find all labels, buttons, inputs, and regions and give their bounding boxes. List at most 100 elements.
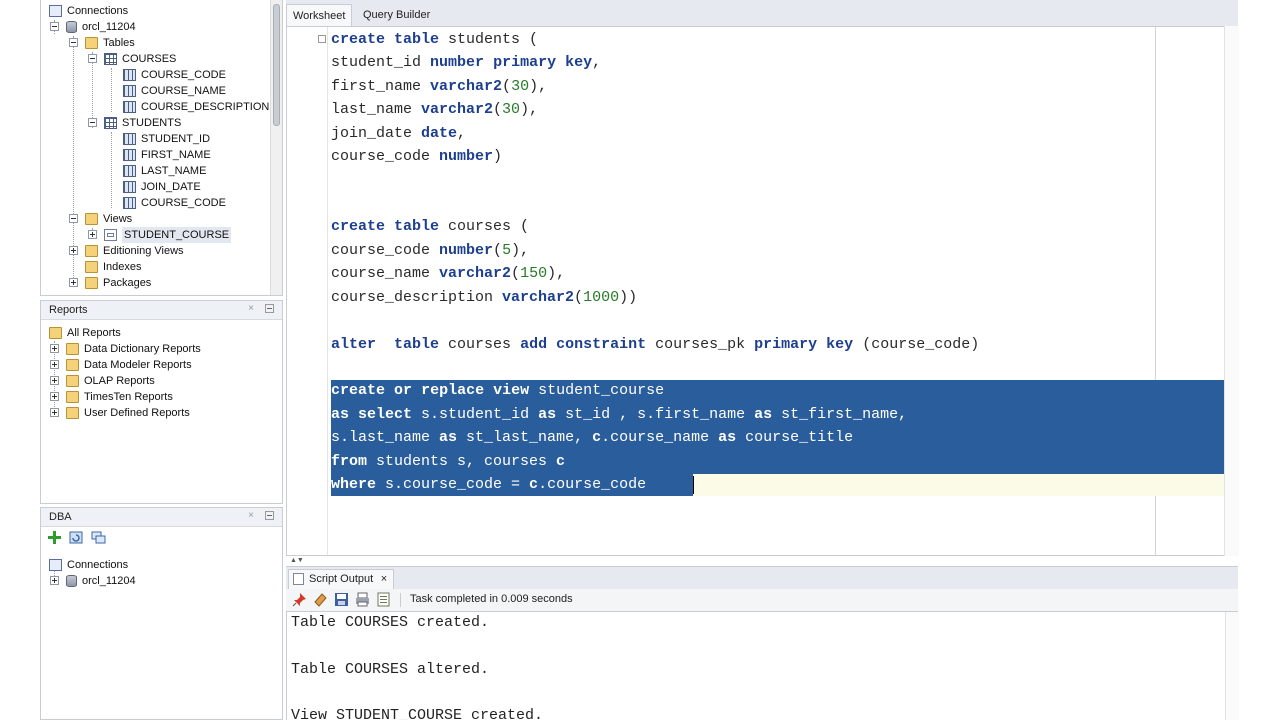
code-line: course_name varchar2(150), — [331, 265, 566, 282]
column-icon — [123, 133, 136, 145]
expand-toggle[interactable] — [50, 360, 59, 369]
filter-icon[interactable] — [91, 530, 106, 545]
save-icon[interactable] — [334, 592, 349, 607]
code-line: from students s, courses c — [331, 453, 566, 470]
output-line: Table COURSES created. — [291, 614, 490, 631]
code-line: where s.course_code = c.course_code — [331, 476, 647, 493]
output-line: Table COURSES altered. — [291, 661, 490, 678]
pin-icon[interactable] — [292, 592, 307, 607]
add-connection-icon[interactable] — [47, 530, 62, 545]
database-icon — [66, 21, 77, 33]
dba-title: DBA — [49, 511, 72, 523]
reports-close-button[interactable]: × — [248, 303, 254, 314]
code-line: last_name varchar2(30), — [331, 101, 539, 118]
column-icon — [123, 101, 136, 113]
print-icon[interactable] — [355, 592, 370, 607]
refresh-icon[interactable] — [69, 530, 84, 545]
collapse-toggle[interactable] — [88, 118, 97, 127]
expand-toggle[interactable] — [50, 376, 59, 385]
script-output-label: Script Output — [309, 573, 374, 585]
code-line: s.last_name as st_last_name, c.course_na… — [331, 429, 854, 446]
code-line: create table students ( — [331, 31, 539, 48]
editor-tabs: Worksheet Query Builder — [286, 0, 1238, 27]
connections-scrollbar[interactable] — [270, 0, 282, 295]
column-icon — [123, 165, 136, 177]
expand-toggle[interactable] — [50, 344, 59, 353]
column-icon — [123, 85, 136, 97]
connections-icon — [49, 5, 62, 17]
output-tabs: Script Output × — [286, 566, 1238, 590]
connections-panel: Connections orcl_11204 Tables COURSES CO… — [40, 0, 283, 296]
folder-icon — [66, 407, 79, 419]
code-line: join_date date, — [331, 125, 467, 142]
sql-worksheet-editor[interactable]: create table students ( student_id numbe… — [286, 26, 1238, 556]
code-line: course_code number(5), — [331, 242, 530, 259]
dba-minimize-button[interactable] — [265, 511, 274, 520]
folder-icon — [66, 375, 79, 387]
expand-toggle[interactable] — [50, 408, 59, 417]
dba-toolbar — [41, 528, 282, 550]
expand-toggle[interactable] — [69, 278, 78, 287]
splitter-arrows-icon[interactable]: ▲▼ — [290, 557, 304, 564]
open-file-icon[interactable] — [376, 592, 391, 607]
folder-icon — [85, 277, 98, 289]
code-line: course_code number) — [331, 148, 503, 165]
column-icon — [123, 69, 136, 81]
code-line: as select s.student_id as st_id , s.firs… — [331, 406, 908, 423]
expand-toggle[interactable] — [88, 230, 97, 239]
script-output-icon — [293, 573, 304, 585]
reports-minimize-button[interactable] — [265, 304, 274, 313]
reports-title: Reports — [49, 304, 88, 316]
folder-icon — [85, 245, 98, 257]
expand-toggle[interactable] — [50, 392, 59, 401]
code-line: create or replace view student_course — [331, 382, 665, 399]
tab-query-builder[interactable]: Query Builder — [357, 4, 436, 26]
code-line: create table courses ( — [331, 218, 530, 235]
selected-text: where s.course_code = c.course_code — [331, 474, 693, 496]
toolbar-divider — [400, 593, 401, 607]
folder-icon — [66, 343, 79, 355]
code-line: course_description varchar2(1000)) — [331, 289, 638, 306]
tab-script-output[interactable]: Script Output × — [288, 569, 395, 589]
reports-panel: Reports × All Reports Data Dictionary Re… — [40, 300, 283, 504]
dba-close-button[interactable]: × — [248, 510, 254, 521]
expand-toggle[interactable] — [69, 246, 78, 255]
collapse-toggle[interactable] — [69, 38, 78, 47]
selected-text: create or replace view student_course as… — [331, 380, 1224, 474]
dba-panel: DBA × Connections orcl_11204 — [40, 507, 283, 720]
reports-header: Reports × — [41, 301, 282, 320]
expand-toggle[interactable] — [50, 576, 59, 585]
table-icon — [104, 53, 117, 65]
code-line: first_name varchar2(30), — [331, 78, 548, 95]
text-cursor — [693, 476, 694, 494]
collapse-toggle[interactable] — [88, 54, 97, 63]
fold-marker-icon[interactable] — [318, 35, 326, 43]
table-icon — [104, 117, 117, 129]
editor-vertical-scrollbar[interactable] — [1224, 26, 1239, 556]
script-output-close-button[interactable]: × — [381, 570, 387, 588]
dba-header: DBA × — [41, 508, 282, 527]
code-line: student_id number primary key, — [331, 54, 602, 71]
collapse-toggle[interactable] — [50, 22, 59, 31]
folder-icon — [85, 37, 98, 49]
connections-scroll-thumb[interactable] — [273, 4, 280, 126]
view-icon — [104, 229, 117, 241]
folder-icon — [49, 327, 62, 339]
collapse-toggle[interactable] — [69, 214, 78, 223]
folder-icon — [85, 261, 98, 273]
task-status-text: Task completed in 0.009 seconds — [410, 593, 573, 605]
output-vertical-scrollbar[interactable] — [1225, 612, 1239, 720]
folder-icon — [66, 359, 79, 371]
connections-icon — [49, 559, 62, 571]
script-output-pane[interactable]: Table COURSES created. Table COURSES alt… — [286, 612, 1239, 720]
eraser-icon[interactable] — [313, 592, 328, 607]
column-icon — [123, 149, 136, 161]
column-icon — [123, 181, 136, 193]
column-icon — [123, 197, 136, 209]
code-line: alter table courses add constraint cours… — [331, 336, 980, 353]
folder-icon — [85, 213, 98, 225]
editor-gutter — [287, 27, 328, 555]
output-toolbar: Task completed in 0.009 seconds — [286, 589, 1238, 612]
tab-worksheet[interactable]: Worksheet — [286, 4, 353, 26]
database-icon — [66, 575, 77, 587]
